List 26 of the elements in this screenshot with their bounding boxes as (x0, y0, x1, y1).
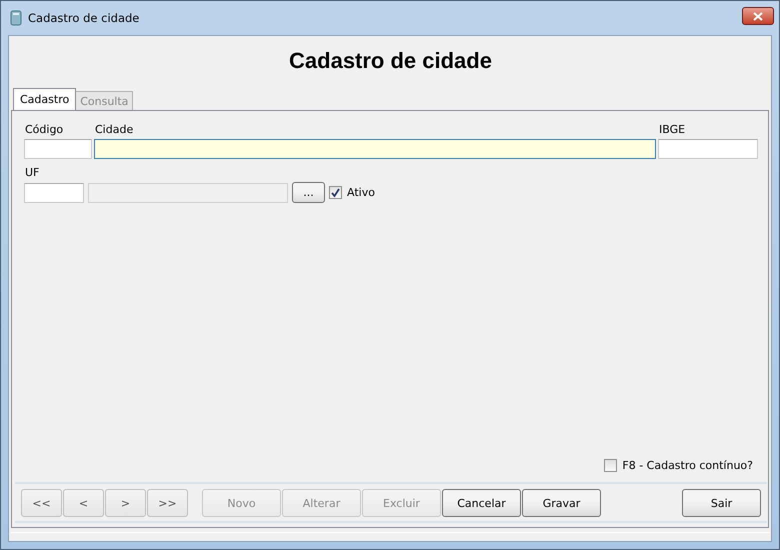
tab[interactable]: Cadastro (13, 88, 76, 110)
input-field[interactable] (94, 139, 656, 159)
checkbox[interactable] (329, 186, 342, 199)
nav-button[interactable]: << (21, 489, 62, 517)
input-field[interactable] (24, 182, 84, 202)
app-icon (9, 10, 23, 26)
lookup-button[interactable]: ... (292, 182, 325, 203)
field-label: Código (24, 123, 64, 137)
close-icon (753, 12, 763, 20)
page-heading: Cadastro de cidade (288, 47, 493, 75)
field-label: Cidade (94, 123, 134, 137)
input-field[interactable] (658, 139, 758, 159)
nav-button[interactable]: >> (147, 489, 188, 517)
close-button[interactable] (742, 7, 774, 25)
window-title: Cadastro de cidade (28, 11, 140, 25)
exit-button[interactable]: Sair (682, 489, 761, 517)
checkbox[interactable] (604, 459, 618, 472)
checkbox-label: Ativo (347, 186, 375, 199)
field-label: IBGE (658, 123, 686, 137)
action-button[interactable]: Gravar (522, 489, 601, 517)
checkbox-label: F8 - Cadastro contínuo? (622, 459, 753, 472)
action-button[interactable]: Cancelar (442, 489, 521, 517)
field-label: UF (24, 166, 40, 180)
nav-button[interactable]: > (105, 489, 146, 517)
input-field[interactable] (24, 139, 92, 159)
nav-button[interactable]: < (63, 489, 104, 517)
